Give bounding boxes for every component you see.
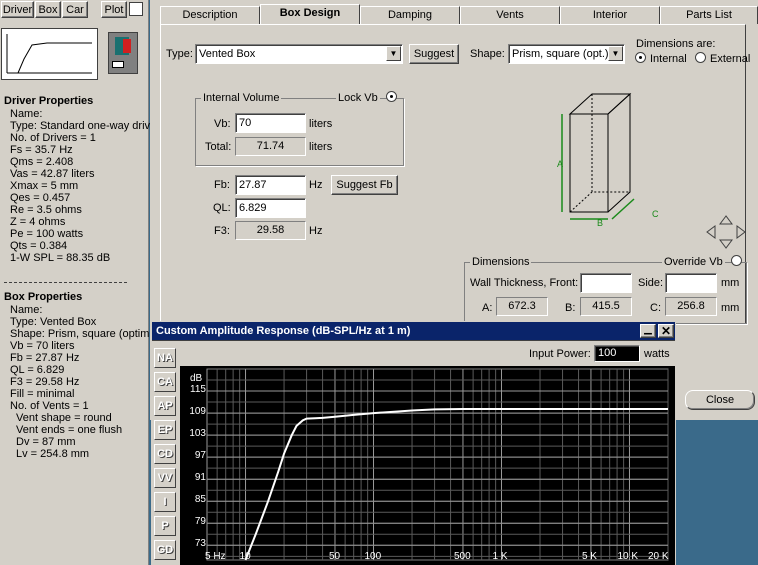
y-tick-label: 85 <box>194 494 206 506</box>
x-tick-label: 5 K <box>581 551 597 562</box>
x-tick-label: 1 K <box>492 551 508 562</box>
y-tick-label: 115 <box>190 384 206 396</box>
response-curve <box>244 408 668 561</box>
amplitude-chart <box>206 368 669 561</box>
y-tick-label: 103 <box>189 428 206 440</box>
x-tick-label: 10 <box>239 551 251 562</box>
x-tick-label: 5 Hz <box>205 551 226 562</box>
y-tick-label: 97 <box>194 450 206 462</box>
y-tick-label: 79 <box>194 516 206 528</box>
x-tick-label: 10 K <box>617 551 639 562</box>
x-tick-label: 20 K <box>648 551 669 562</box>
x-tick-label: 50 <box>328 551 341 562</box>
y-tick-label: 109 <box>189 406 206 418</box>
x-tick-label: 100 <box>364 551 382 562</box>
y-tick-label: 91 <box>194 472 206 484</box>
plot-frame <box>206 368 669 561</box>
x-tick-label: 500 <box>453 551 471 562</box>
y-tick-label: 73 <box>194 538 206 550</box>
